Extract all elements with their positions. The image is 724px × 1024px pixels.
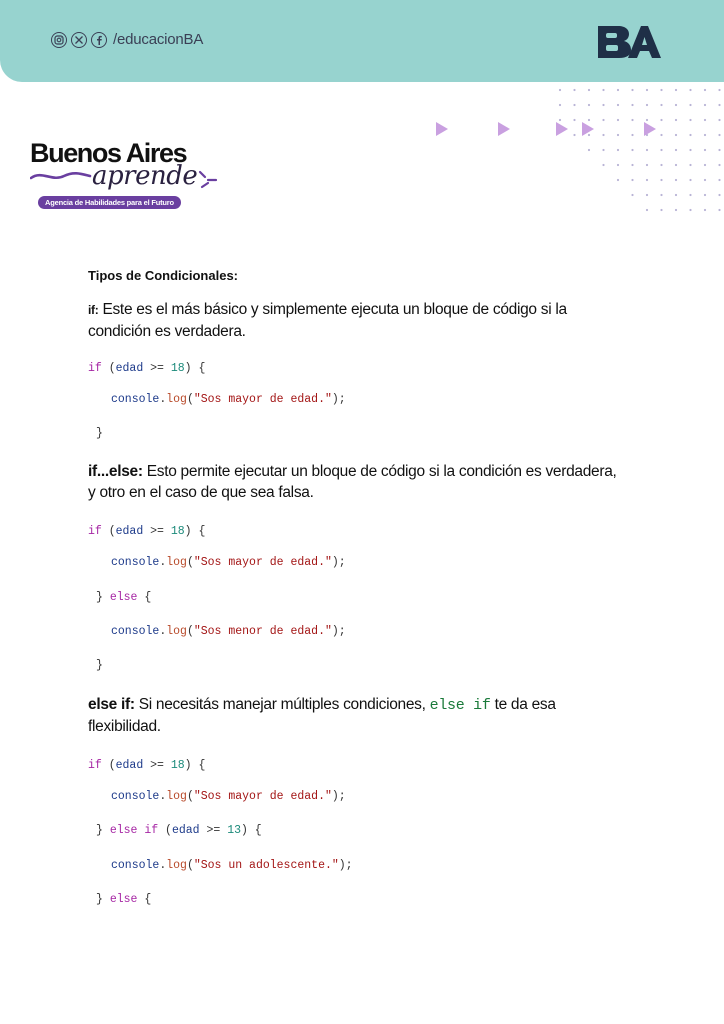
code-line: console.log("Sos un adolescente.");: [111, 859, 353, 872]
social-handle[interactable]: /educacionBA: [113, 31, 203, 48]
code-line: } else {: [96, 893, 152, 906]
section-title: Tipos de Condicionales:: [88, 268, 239, 283]
ifelse-label: if...else:: [88, 463, 143, 480]
facebook-icon[interactable]: [91, 31, 107, 48]
code-line: console.log("Sos mayor de edad.");: [111, 790, 346, 803]
code-line: if (edad >= 18) {: [88, 362, 206, 375]
ba-logo: [598, 26, 661, 58]
code-line: if (edad >= 18) {: [88, 759, 206, 772]
instagram-icon[interactable]: [51, 31, 67, 48]
code-line: }: [96, 659, 103, 672]
code-line: console.log("Sos mayor de edad.");: [111, 556, 346, 569]
inline-code: else if: [429, 697, 491, 714]
brand-script: aprende: [92, 161, 198, 191]
dot-pattern: [558, 88, 721, 212]
social-links: /educacionBA: [51, 31, 203, 48]
if-text: Este es el más básico y simplemente ejec…: [88, 301, 567, 340]
swash-decoration: [30, 171, 92, 180]
spark-decoration: [198, 170, 218, 189]
ifelse-text: Esto permite ejecutar un bloque de códig…: [88, 463, 617, 501]
code-line: } else {: [96, 591, 152, 604]
brand-tagline: Agencia de Habilidades para el Futuro: [38, 196, 181, 209]
x-icon[interactable]: [71, 31, 87, 48]
code-line: console.log("Sos menor de edad.");: [111, 625, 346, 638]
ifelse-description: if...else: Esto permite ejecutar un bloq…: [88, 461, 618, 503]
code-line: console.log("Sos mayor de edad.");: [111, 393, 346, 406]
code-line: if (edad >= 18) {: [88, 525, 206, 538]
arrow-decoration: [436, 122, 656, 136]
elseif-description: else if: Si necesitás manejar múltiples …: [88, 696, 556, 735]
if-label: if:: [88, 303, 99, 317]
header-band: /educacionBA: [0, 0, 724, 82]
code-line: } else if (edad >= 13) {: [96, 824, 262, 837]
code-line: }: [96, 427, 103, 440]
elseif-label: else if:: [88, 696, 135, 713]
if-description: if: Este es el más básico y simplemente …: [88, 299, 618, 342]
